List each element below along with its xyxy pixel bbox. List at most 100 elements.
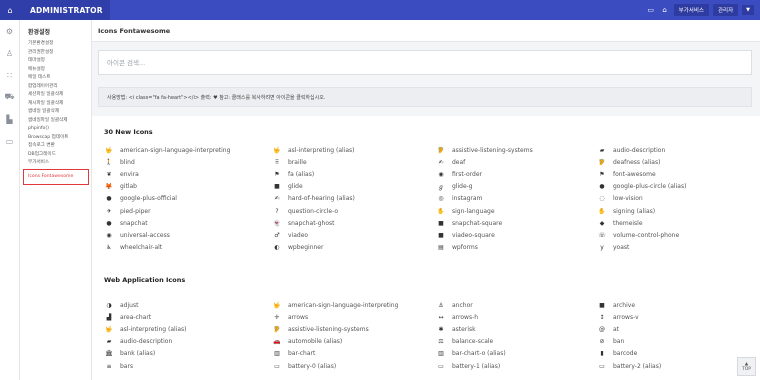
menu-item[interactable]: 썸네일파일 일괄삭제 [20, 117, 91, 126]
icon-item[interactable]: ✛ arrows [272, 311, 436, 323]
icon-item[interactable]: ⚑ font-awesome [597, 168, 754, 180]
menu-item-icons-fontawesome[interactable]: Icons Fontawesome [23, 168, 89, 185]
icon-name: glide [288, 183, 303, 191]
icon-item[interactable]: ▮ barcode [597, 348, 754, 360]
brand-title[interactable]: ADMINISTRATOR [20, 0, 110, 20]
menu-item[interactable]: 기본환경설정 [20, 40, 91, 49]
fontawesome-icon: ◉ [438, 170, 444, 178]
icon-item[interactable]: ◎ instagram [436, 193, 597, 205]
icon-item[interactable]: ✱ asterisk [436, 323, 597, 335]
cart-icon[interactable]: ⛟ [0, 86, 19, 108]
icon-item[interactable]: 👻 snapchat-ghost [272, 217, 436, 229]
icon-item[interactable]: ☏ volume-control-phone [597, 229, 754, 241]
icon-item[interactable]: ↕ arrows-v [597, 311, 754, 323]
menu-item[interactable]: 테마설정 [20, 57, 91, 66]
icon-item[interactable]: 🚗 automobile (alias) [272, 336, 436, 348]
icon-item[interactable]: ◐ wpbeginner [272, 242, 436, 254]
menu-item[interactable]: 메뉴설정 [20, 66, 91, 75]
admin-button[interactable]: 관리자 [712, 4, 739, 16]
icon-item[interactable]: ≡ bars [104, 360, 272, 372]
icon-item[interactable]: ◑ adjust [104, 299, 272, 311]
gear-icon[interactable]: ⚙ [0, 20, 19, 42]
icon-item[interactable]: ? question-circle-o [272, 205, 436, 217]
icon-item[interactable]: ■ viadeo-square [436, 229, 597, 241]
icon-item[interactable]: ◌ low-vision [597, 193, 754, 205]
icon-item[interactable]: ◉ universal-access [104, 229, 272, 241]
grid-icon[interactable]: ∷ [0, 64, 19, 86]
icon-item[interactable]: ◆ themeisle [597, 217, 754, 229]
home-outline-icon[interactable]: ⌂ [660, 6, 670, 14]
icon-item[interactable]: ● google-plus-official [104, 193, 272, 205]
menu-item[interactable]: 부가서비스 [20, 159, 91, 168]
menu-item[interactable]: Browscap 업데이트 [20, 134, 91, 143]
menu-item[interactable]: 세션파일 일괄삭제 [20, 91, 91, 100]
icon-item[interactable]: ✍ hard-of-hearing (alias) [272, 193, 436, 205]
icon-item[interactable]: ▰ audio-description [597, 144, 754, 156]
icon-item[interactable]: @ at [597, 323, 754, 335]
icon-item[interactable]: 🤟 asl-interpreting (alias) [272, 144, 436, 156]
user-icon[interactable]: ♙ [0, 42, 19, 64]
icon-item[interactable]: ▟ area-chart [104, 311, 272, 323]
icon-item[interactable]: ▭ battery-2 (alias) [597, 360, 754, 372]
icon-search-input[interactable] [107, 58, 751, 67]
icon-item[interactable]: ✋ sign-language [436, 205, 597, 217]
home-icon[interactable]: ⌂ [0, 0, 20, 20]
menu-item[interactable]: 캐시파일 일괄삭제 [20, 100, 91, 109]
menu-item[interactable]: 관리권한설정 [20, 49, 91, 58]
icon-item[interactable]: ▤ wpforms [436, 242, 597, 254]
menu-item[interactable]: 팝업레이어관리 [20, 83, 91, 92]
chevron-down-icon[interactable]: ▼ [742, 5, 754, 15]
icon-item[interactable]: ↔ arrows-h [436, 311, 597, 323]
icon-name: google-plus-official [120, 195, 177, 203]
scroll-top-button[interactable]: ▲ TOP [737, 357, 756, 376]
icon-item[interactable]: ❦ envira [104, 168, 272, 180]
menu-item[interactable]: 썸네일 일괄삭제 [20, 108, 91, 117]
icon-item[interactable]: ⚑ fa (alias) [272, 168, 436, 180]
monitor-icon[interactable]: ▭ [646, 6, 656, 14]
icon-item[interactable]: ■ glide [272, 181, 436, 193]
icon-item[interactable]: ♿ wheelchair-alt [104, 242, 272, 254]
icon-item[interactable]: ℊ glide-g [436, 181, 597, 193]
icon-item[interactable]: ● google-plus-circle (alias) [597, 181, 754, 193]
fontawesome-icon: ■ [438, 231, 444, 239]
icon-item[interactable]: ▥ bar-chart [272, 348, 436, 360]
section-title-web-application: Web Application Icons [104, 276, 186, 284]
chart-icon[interactable]: ▙ [0, 108, 19, 130]
card-icon[interactable]: ▭ [0, 130, 19, 152]
icon-item[interactable]: 🚶 blind [104, 156, 272, 168]
extra-service-button[interactable]: 부가서비스 [673, 4, 709, 16]
icon-item[interactable]: ◉ first-order [436, 168, 597, 180]
icon-item[interactable]: ✍ deaf [436, 156, 597, 168]
icon-name: area-chart [120, 313, 152, 321]
icon-item[interactable]: ⚓ anchor [436, 299, 597, 311]
icon-item[interactable]: 🤟 american-sign-language-interpreting [272, 299, 436, 311]
icon-item[interactable]: 🦊 gitlab [104, 181, 272, 193]
icon-item[interactable]: ▭ battery-1 (alias) [436, 360, 597, 372]
fontawesome-icon: ✋ [598, 207, 606, 215]
fontawesome-icon: ■ [599, 301, 605, 309]
icon-item[interactable]: 🏛 bank (alias) [104, 348, 272, 360]
menu-item[interactable]: 메일 테스트 [20, 74, 91, 83]
icon-item[interactable]: ⠿ braille [272, 156, 436, 168]
icon-item[interactable]: 🦻 assistive-listening-systems [272, 323, 436, 335]
icon-item[interactable]: 🦻 assistive-listening-systems [436, 144, 597, 156]
icon-item[interactable]: 🤟 american-sign-language-interpreting [104, 144, 272, 156]
menu-item[interactable]: phpinfo() [20, 125, 91, 134]
icon-name: pied-piper [120, 207, 151, 215]
icon-item[interactable]: ✈ pied-piper [104, 205, 272, 217]
icon-item[interactable]: ▥ bar-chart-o (alias) [436, 348, 597, 360]
icon-item[interactable]: y yoast [597, 242, 754, 254]
icon-item[interactable]: ♂ viadeo [272, 229, 436, 241]
icon-item[interactable]: ▰ audio-description [104, 336, 272, 348]
icon-item[interactable]: ■ archive [597, 299, 754, 311]
icon-item[interactable]: ⊘ ban [597, 336, 754, 348]
icon-item[interactable]: ⚖ balance-scale [436, 336, 597, 348]
menu-item[interactable]: DB업그레이드 [20, 151, 91, 160]
icon-item[interactable]: 🤟 asl-interpreting (alias) [104, 323, 272, 335]
icon-item[interactable]: ■ snapchat-square [436, 217, 597, 229]
icon-item[interactable]: ▭ battery-0 (alias) [272, 360, 436, 372]
menu-item[interactable]: 접속로그 변환 [20, 142, 91, 151]
icon-item[interactable]: ● snapchat [104, 217, 272, 229]
icon-item[interactable]: ✋ signing (alias) [597, 205, 754, 217]
icon-item[interactable]: 🦻 deafness (alias) [597, 156, 754, 168]
